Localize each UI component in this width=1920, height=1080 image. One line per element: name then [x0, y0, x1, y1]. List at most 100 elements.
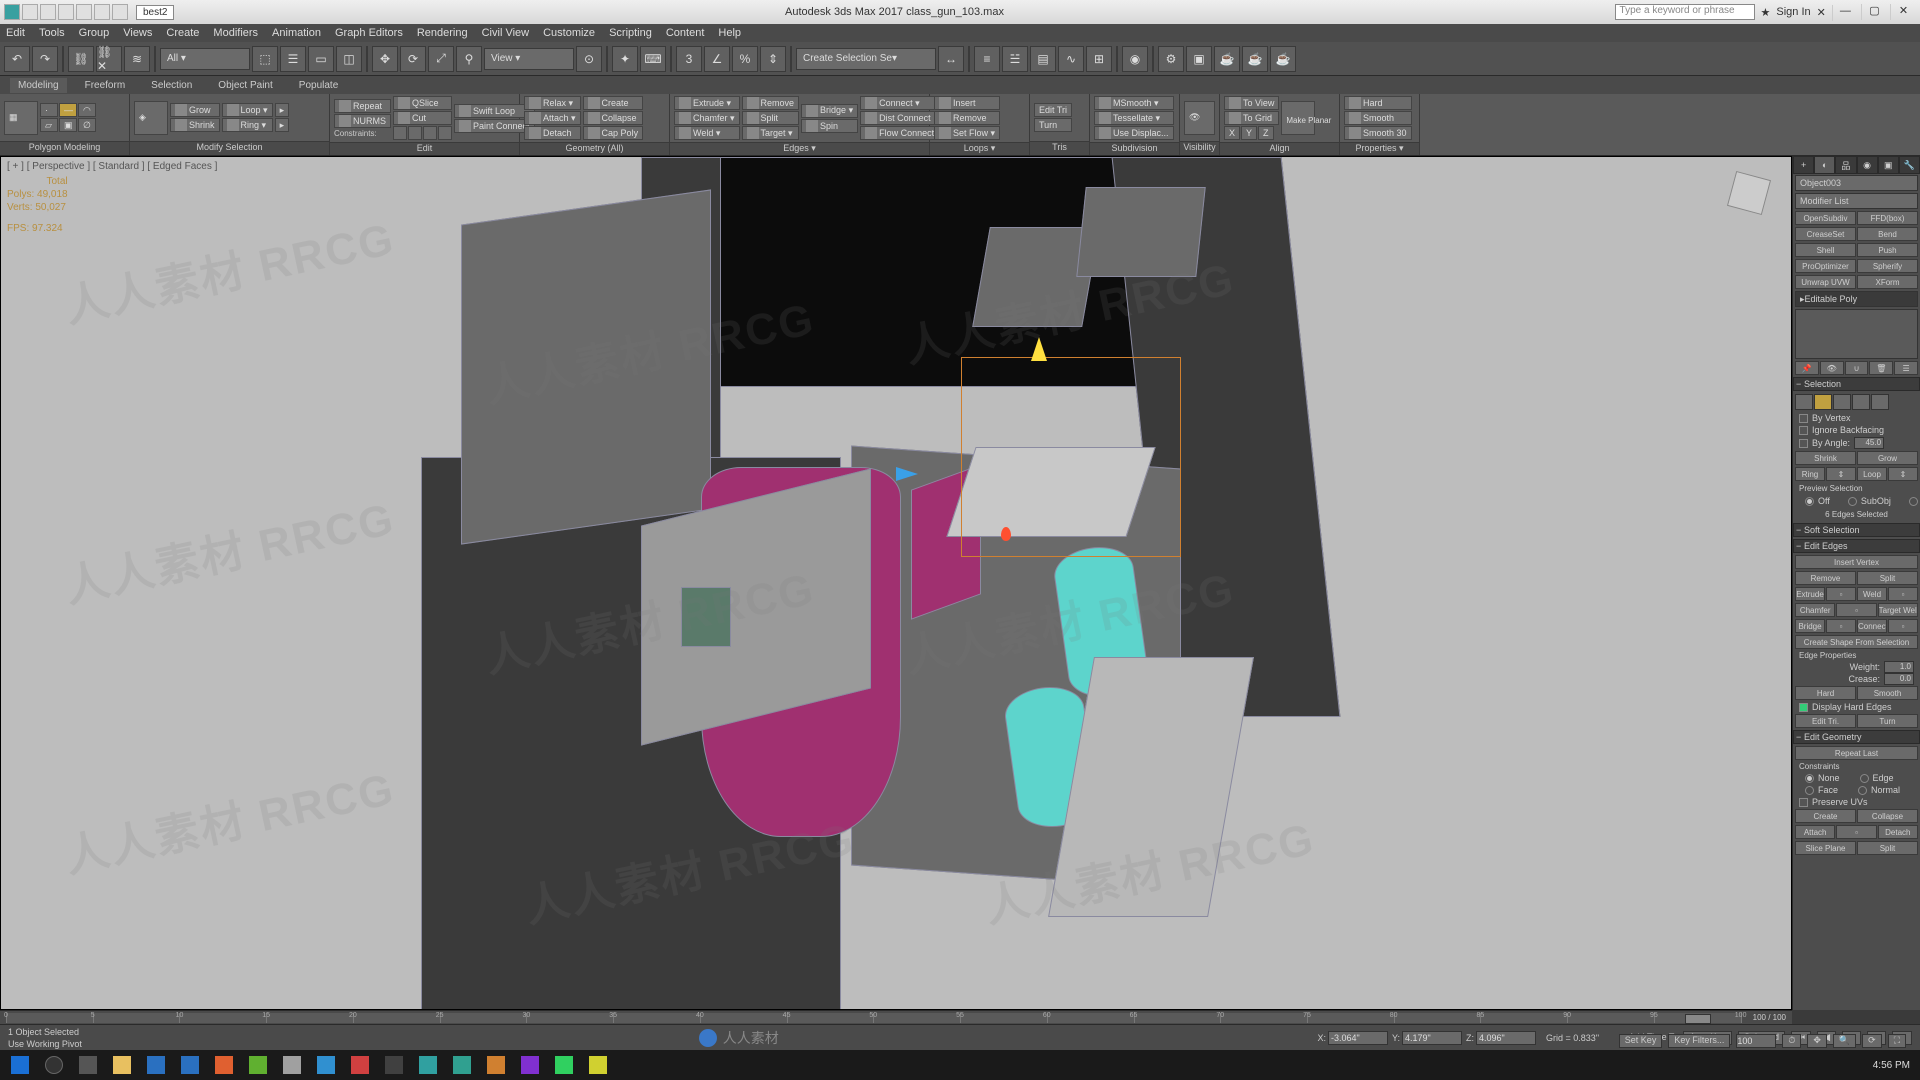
loop-spinner[interactable]: ⇕ — [1888, 467, 1918, 481]
constraint-none-button[interactable] — [393, 126, 407, 140]
insert-vertex-button[interactable]: Insert Vertex — [1795, 555, 1918, 569]
ee-edittri-button[interactable]: Edit Tri. — [1795, 714, 1856, 728]
constraint-normal-radio[interactable]: Normal — [1852, 784, 1906, 796]
sel-grow-button[interactable]: Grow — [1857, 451, 1918, 465]
so-edge-button[interactable] — [1814, 394, 1832, 410]
ee-weld-button[interactable]: Weld — [1857, 587, 1887, 601]
qat-save-icon[interactable] — [58, 4, 74, 20]
taskbar-app-icon[interactable] — [310, 1052, 342, 1078]
rollout-editgeometry[interactable]: Edit Geometry — [1793, 730, 1920, 744]
material-editor-button[interactable]: ◉ — [1122, 46, 1148, 72]
menu-create[interactable]: Create — [166, 27, 199, 39]
tab-objectpaint[interactable]: Object Paint — [210, 78, 280, 93]
menu-modifiers[interactable]: Modifiers — [213, 27, 258, 39]
subobj-polygon-button[interactable]: ▱ — [40, 118, 58, 132]
weight-spinner[interactable]: 1.0 — [1884, 661, 1914, 673]
taskbar-app-icon[interactable] — [344, 1052, 376, 1078]
tessellate-button[interactable]: Tessellate ▾ — [1094, 111, 1174, 125]
repeat-button[interactable]: Repeat — [334, 99, 391, 113]
taskbar-app-icon[interactable] — [242, 1052, 274, 1078]
tab-freeform[interactable]: Freeform — [77, 78, 134, 93]
mod-unwrapuvw[interactable]: Unwrap UVW — [1795, 275, 1856, 289]
sel-ring-button[interactable]: Ring — [1795, 467, 1825, 481]
make-unique-button[interactable]: ∪ — [1845, 361, 1869, 375]
y-input[interactable] — [1402, 1031, 1462, 1045]
taskbar-app-icon[interactable] — [412, 1052, 444, 1078]
subobj-edge-button[interactable]: — — [59, 103, 77, 117]
select-object-button[interactable]: ⬚ — [252, 46, 278, 72]
start-button[interactable] — [4, 1052, 36, 1078]
by-angle-check[interactable]: By Angle:45.0 — [1793, 436, 1920, 450]
align-y-button[interactable]: Y — [1241, 126, 1257, 140]
minimize-button[interactable]: — — [1832, 5, 1858, 21]
nav-maximize-button[interactable]: ⛶ — [1888, 1034, 1906, 1048]
pivot-center-button[interactable]: ⊙ — [576, 46, 602, 72]
menu-scripting[interactable]: Scripting — [609, 27, 652, 39]
select-by-name-button[interactable]: ☰ — [280, 46, 306, 72]
subobj-element-button[interactable]: ▣ — [59, 118, 77, 132]
nurms-button[interactable]: NURMS — [334, 114, 391, 128]
loop-button[interactable]: Loop ▾ — [222, 103, 273, 117]
align-z-button[interactable]: Z — [1258, 126, 1274, 140]
taskbar-explorer-icon[interactable] — [106, 1052, 138, 1078]
rollout-editedges[interactable]: Edit Edges — [1793, 539, 1920, 553]
mod-ffdbox[interactable]: FFD(box) — [1857, 211, 1918, 225]
render-production-button[interactable]: ☕ — [1214, 46, 1240, 72]
undo-button[interactable]: ↶ — [4, 46, 30, 72]
eg-create-button[interactable]: Create — [1795, 809, 1856, 823]
collapse-button[interactable]: Collapse — [583, 111, 644, 125]
setflow-button[interactable]: Set Flow ▾ — [934, 126, 1000, 140]
spin-button[interactable]: Spin — [801, 119, 858, 133]
mod-push[interactable]: Push — [1857, 243, 1918, 257]
extrude-button[interactable]: Extrude ▾ — [674, 96, 740, 110]
loop-remove-button[interactable]: Remove — [934, 111, 1000, 125]
ring-shift-button[interactable]: ▸ — [275, 118, 289, 132]
time-slider[interactable]: 0510152025303540455055606570758085909510… — [0, 1010, 1792, 1024]
ref-coord-dropdown[interactable]: View ▾ — [484, 48, 574, 70]
qslice-button[interactable]: QSlice — [393, 96, 452, 110]
constraint-normal-button[interactable] — [438, 126, 452, 140]
qat-project-icon[interactable] — [112, 4, 128, 20]
mod-spherify[interactable]: Spherify — [1857, 259, 1918, 273]
taskbar-app-icon[interactable] — [582, 1052, 614, 1078]
ee-connect-button[interactable]: Connect — [1857, 619, 1887, 633]
taskbar-clock[interactable]: 4:56 PM — [1873, 1060, 1916, 1071]
connect-settings-button[interactable]: ▫ — [1888, 619, 1918, 633]
visibility-button[interactable]: 👁 — [1184, 101, 1215, 135]
keyboard-shortcut-button[interactable]: ⌨ — [640, 46, 666, 72]
nav-zoom-button[interactable]: 🔍 — [1833, 1034, 1856, 1048]
gizmo-x-icon[interactable] — [896, 467, 918, 481]
show-end-result-button[interactable]: 👁 — [1820, 361, 1844, 375]
gizmo-z-icon[interactable] — [1001, 527, 1011, 541]
ignore-backfacing-check[interactable]: Ignore Backfacing — [1793, 424, 1920, 436]
render-setup-button[interactable]: ⚙ — [1158, 46, 1184, 72]
modifier-stack-item[interactable]: ▸ Editable Poly — [1795, 291, 1918, 307]
eg-sliceplane-button[interactable]: Slice Plane — [1795, 841, 1856, 855]
x-input[interactable] — [1328, 1031, 1388, 1045]
exchange-icon[interactable]: ✕ — [1817, 6, 1826, 19]
split-button[interactable]: Split — [742, 111, 800, 125]
mod-prooptimizer[interactable]: ProOptimizer — [1795, 259, 1856, 273]
subobj-border-button[interactable]: ◠ — [78, 103, 96, 117]
qat-redo-icon[interactable] — [94, 4, 110, 20]
keyfilters-button[interactable]: Key Filters... — [1668, 1034, 1730, 1048]
taskbar-app-icon[interactable] — [276, 1052, 308, 1078]
align-toview-button[interactable]: To View — [1224, 96, 1279, 110]
object-name-field[interactable]: Object003 — [1795, 175, 1918, 191]
so-polygon-button[interactable] — [1852, 394, 1870, 410]
mod-shell[interactable]: Shell — [1795, 243, 1856, 257]
taskbar-app-icon[interactable] — [548, 1052, 580, 1078]
align-button[interactable]: ≡ — [974, 46, 1000, 72]
hierarchy-tab[interactable]: 品 — [1835, 156, 1856, 174]
percent-snap-button[interactable]: % — [732, 46, 758, 72]
capoly-button[interactable]: Cap Poly — [583, 126, 644, 140]
menu-views[interactable]: Views — [123, 27, 152, 39]
usedisplace-button[interactable]: Use Displac... — [1094, 126, 1174, 140]
mirror-button[interactable]: ↔ — [938, 46, 964, 72]
nav-orbit-button[interactable]: ⟳ — [1862, 1034, 1882, 1048]
menu-help[interactable]: Help — [718, 27, 741, 39]
taskbar-app-icon[interactable] — [378, 1052, 410, 1078]
mod-creaseset[interactable]: CreaseSet — [1795, 227, 1856, 241]
weld-button[interactable]: Weld ▾ — [674, 126, 740, 140]
preview-off-radio[interactable]: Off — [1799, 495, 1836, 507]
